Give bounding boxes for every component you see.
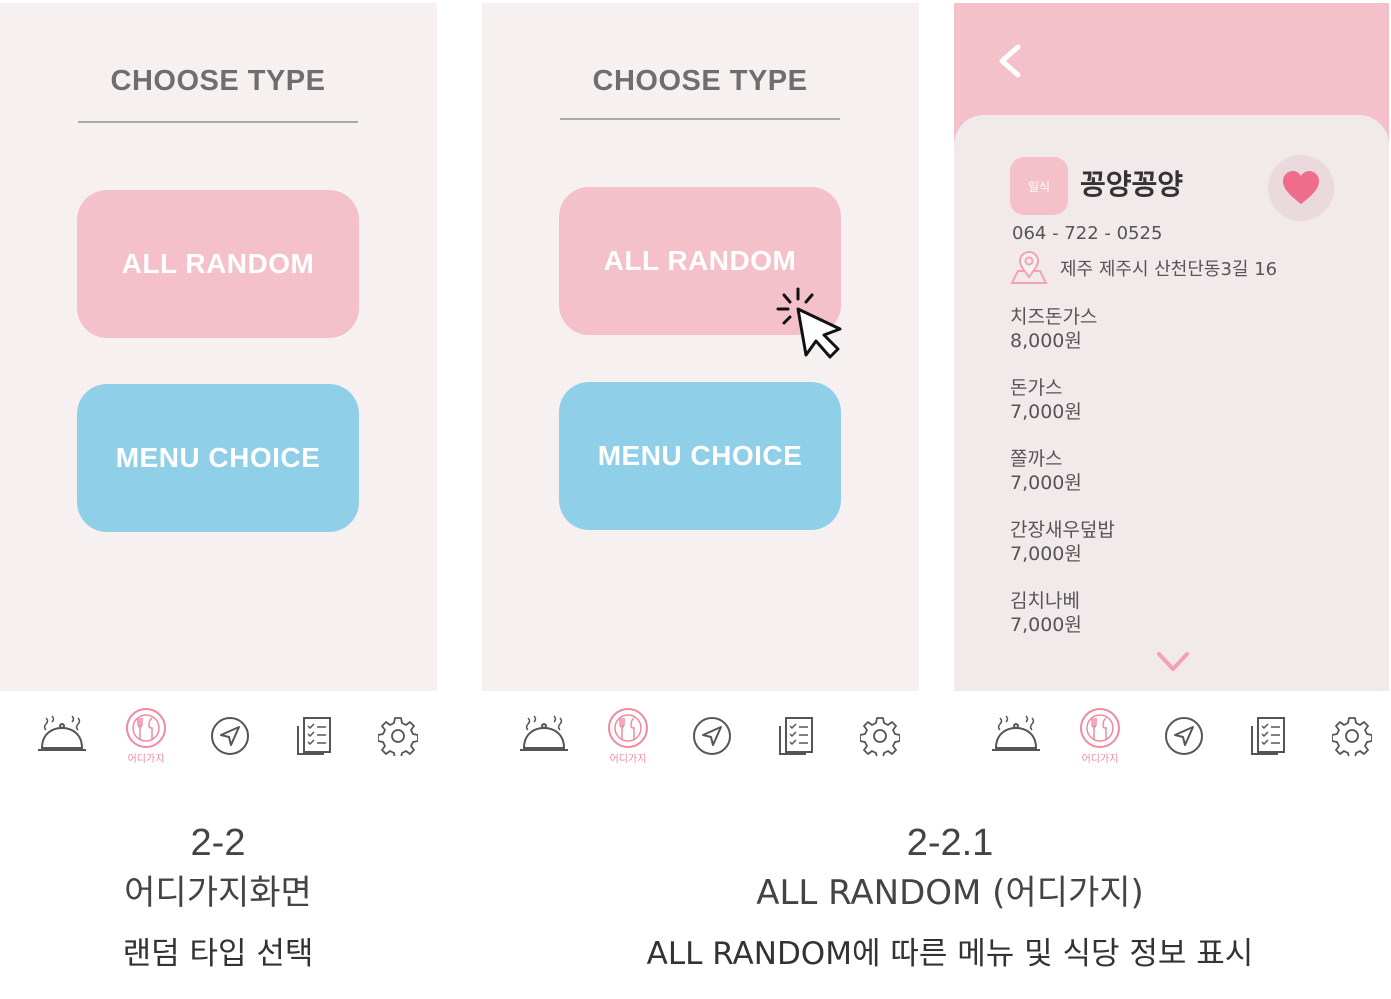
restaurant-icon bbox=[992, 715, 1040, 751]
menu-price: 7,000원 bbox=[1010, 543, 1082, 565]
title-underline bbox=[560, 118, 840, 120]
bottom-nav: 어디가지 bbox=[974, 700, 1391, 772]
menu-price: 7,000원 bbox=[1010, 472, 1082, 494]
screen-choose-type-clicked: CHOOSE TYPE ALL RANDOM MENU CHOICE bbox=[482, 3, 919, 691]
heart-icon bbox=[1283, 171, 1319, 204]
navigation-icon bbox=[1165, 717, 1203, 755]
nav-navigation[interactable] bbox=[188, 700, 272, 772]
navigation-icon bbox=[211, 717, 249, 755]
screen-choose-type: CHOOSE TYPE ALL RANDOM MENU CHOICE bbox=[0, 3, 437, 691]
nav-settings[interactable] bbox=[838, 700, 922, 772]
settings-icon bbox=[378, 717, 418, 756]
list-item: 김치나베 7,000원 bbox=[1010, 589, 1115, 660]
caption-number: 2-2 bbox=[190, 822, 246, 864]
checklist-icon bbox=[1251, 717, 1285, 755]
random-dining-icon bbox=[126, 708, 166, 748]
menu-price: 7,000원 bbox=[1010, 401, 1082, 423]
title-underline bbox=[78, 121, 358, 123]
nav-active-label: 어디가지 bbox=[127, 754, 165, 765]
chevron-down-icon[interactable] bbox=[1156, 651, 1190, 673]
menu-list: 치즈돈가스 8,000원 돈가스 7,000원 쫄까스 7,000원 간장새우덮… bbox=[1010, 305, 1115, 660]
caption-subtitle: 랜덤 타입 선택 bbox=[122, 936, 314, 972]
nav-restaurant[interactable] bbox=[502, 700, 586, 772]
navigation-icon bbox=[693, 717, 731, 755]
nav-checklist[interactable] bbox=[754, 700, 838, 772]
nav-settings[interactable] bbox=[1310, 700, 1391, 772]
map-pin-icon bbox=[1010, 251, 1048, 284]
menu-name: 치즈돈가스 bbox=[1010, 306, 1098, 328]
nav-checklist[interactable] bbox=[1226, 700, 1310, 772]
caption-title: ALL RANDOM (어디가지) bbox=[756, 873, 1144, 913]
list-item: 돈가스 7,000원 bbox=[1010, 376, 1115, 447]
random-dining-icon bbox=[1080, 708, 1120, 748]
caption-title: 어디가지화면 bbox=[124, 873, 312, 913]
menu-name: 쫄까스 bbox=[1010, 448, 1063, 470]
caption-subtitle: ALL RANDOM에 따른 메뉴 및 식당 정보 표시 bbox=[646, 936, 1254, 972]
nav-active-label: 어디가지 bbox=[609, 754, 647, 765]
menu-choice-button[interactable]: MENU CHOICE bbox=[559, 382, 841, 530]
restaurant-icon bbox=[38, 715, 86, 751]
caption-left: 2-2 어디가지화면 랜덤 타입 선택 bbox=[20, 822, 416, 973]
choose-type-title: CHOOSE TYPE bbox=[110, 65, 326, 97]
restaurant-phone: 064 - 722 - 0525 bbox=[1012, 223, 1163, 244]
nav-settings[interactable] bbox=[356, 700, 440, 772]
favorite-button[interactable] bbox=[1268, 155, 1334, 221]
nav-navigation[interactable] bbox=[1142, 700, 1226, 772]
bottom-nav: 어디가지 bbox=[502, 700, 922, 772]
bottom-nav: 어디가지 bbox=[20, 700, 440, 772]
nav-random-dining[interactable]: 어디가지 bbox=[104, 700, 188, 772]
restaurant-address: 제주 제주시 산천단동3길 16 bbox=[1060, 259, 1278, 280]
random-dining-icon bbox=[608, 708, 648, 748]
settings-icon bbox=[1332, 717, 1372, 756]
choose-type-title: CHOOSE TYPE bbox=[592, 65, 808, 97]
menu-price: 7,000원 bbox=[1010, 614, 1082, 636]
menu-choice-button[interactable]: MENU CHOICE bbox=[77, 384, 359, 532]
restaurant-card: 일식 꽁양꽁양 064 - 722 - 0525 제주 제주시 산천단동3길 1… bbox=[954, 115, 1389, 691]
nav-active-label: 어디가지 bbox=[1081, 754, 1119, 765]
checklist-icon bbox=[779, 717, 813, 755]
list-item: 간장새우덮밥 7,000원 bbox=[1010, 518, 1115, 589]
restaurant-name: 꽁양꽁양 bbox=[1080, 168, 1184, 201]
list-item: 쫄까스 7,000원 bbox=[1010, 447, 1115, 518]
nav-restaurant[interactable] bbox=[20, 700, 104, 772]
menu-name: 간장새우덮밥 bbox=[1010, 519, 1115, 541]
caption-number: 2-2.1 bbox=[906, 822, 994, 864]
menu-name: 김치나베 bbox=[1010, 590, 1080, 612]
nav-random-dining[interactable]: 어디가지 bbox=[586, 700, 670, 772]
list-item: 치즈돈가스 8,000원 bbox=[1010, 305, 1115, 376]
checklist-icon bbox=[297, 717, 331, 755]
menu-name: 돈가스 bbox=[1010, 377, 1063, 399]
click-cursor-icon bbox=[776, 287, 842, 359]
back-arrow-icon[interactable] bbox=[996, 43, 1024, 79]
settings-icon bbox=[860, 717, 900, 756]
nav-navigation[interactable] bbox=[670, 700, 754, 772]
restaurant-icon bbox=[520, 715, 568, 751]
category-badge: 일식 bbox=[1010, 157, 1068, 215]
nav-restaurant[interactable] bbox=[974, 700, 1058, 772]
caption-right: 2-2.1 ALL RANDOM (어디가지) ALL RANDOM에 따른 메… bbox=[560, 822, 1340, 973]
nav-random-dining[interactable]: 어디가지 bbox=[1058, 700, 1142, 772]
all-random-button[interactable]: ALL RANDOM bbox=[77, 190, 359, 338]
nav-checklist[interactable] bbox=[272, 700, 356, 772]
menu-price: 8,000원 bbox=[1010, 330, 1082, 352]
screen-restaurant-detail: 일식 꽁양꽁양 064 - 722 - 0525 제주 제주시 산천단동3길 1… bbox=[954, 3, 1389, 691]
